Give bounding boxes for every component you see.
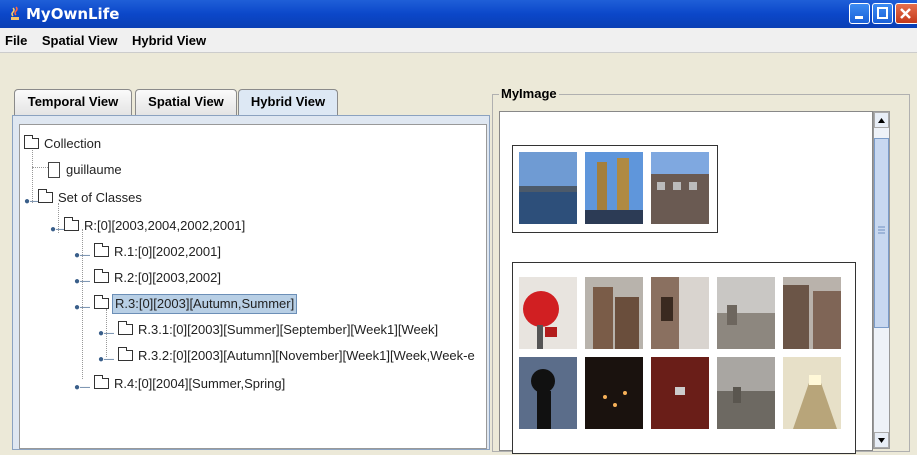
photo-thumbnail[interactable] bbox=[585, 277, 643, 349]
close-button[interactable] bbox=[895, 3, 917, 24]
expand-handle-icon[interactable]: ●― bbox=[98, 351, 114, 365]
photo-thumbnail[interactable] bbox=[783, 357, 841, 429]
expand-handle-icon[interactable]: ●― bbox=[74, 379, 90, 397]
photo-thumbnail[interactable] bbox=[519, 152, 577, 224]
expand-handle-icon[interactable]: ●― bbox=[74, 273, 90, 291]
tree-node-r1[interactable]: ●― R.1:[0][2002,2001] bbox=[74, 243, 374, 261]
tab-temporal-view[interactable]: Temporal View bbox=[14, 89, 132, 115]
tree-node-r32[interactable]: ●― R.3.2:[0][2003][Autumn][November][Wee… bbox=[98, 347, 486, 365]
tree-node-r4[interactable]: ●― R.4:[0][2004][Summer,Spring] bbox=[74, 375, 374, 393]
collapse-handle-icon[interactable]: ●― bbox=[74, 299, 90, 317]
vertical-scrollbar[interactable] bbox=[873, 111, 890, 449]
photo-thumbnail[interactable] bbox=[651, 357, 709, 429]
java-cup-icon bbox=[11, 6, 19, 20]
folder-icon bbox=[94, 295, 109, 309]
minimize-button[interactable] bbox=[849, 3, 870, 24]
folder-icon bbox=[38, 189, 53, 203]
tree-node-r[interactable]: ●― R:[0][2003,2004,2002,2001] bbox=[50, 217, 350, 235]
menu-hybrid-view[interactable]: Hybrid View bbox=[127, 28, 211, 48]
folder-icon bbox=[118, 347, 133, 361]
scroll-down-button[interactable] bbox=[874, 432, 889, 448]
photo-thumbnail[interactable] bbox=[585, 357, 643, 429]
image-panel: MyImage bbox=[492, 86, 910, 454]
folder-icon bbox=[94, 243, 109, 257]
photo-thumbnail[interactable] bbox=[717, 357, 775, 429]
scroll-up-button[interactable] bbox=[874, 112, 889, 128]
image-group bbox=[512, 262, 856, 454]
tree-node-label: R.4:[0][2004][Summer,Spring] bbox=[114, 376, 286, 391]
tree-node-label: guillaume bbox=[66, 162, 122, 177]
minimize-icon bbox=[855, 16, 863, 19]
image-scroll-area[interactable] bbox=[499, 111, 873, 454]
tree-node-label: Collection bbox=[44, 136, 102, 151]
title-bar: MyOwnLife bbox=[0, 0, 917, 28]
tree-node-label: R.3.2:[0][2003][Autumn][November][Week1]… bbox=[138, 348, 475, 363]
tree-node-label: R:[0][2003,2004,2002,2001] bbox=[84, 218, 246, 233]
tree-node-guillaume[interactable]: guillaume bbox=[48, 161, 248, 179]
tab-spatial-view[interactable]: Spatial View bbox=[135, 89, 237, 115]
tree-node-label: Set of Classes bbox=[58, 190, 142, 205]
photo-thumbnail[interactable] bbox=[717, 277, 775, 349]
tree-node-label-selected: R.3:[0][2003][Autumn,Summer] bbox=[112, 294, 298, 314]
photo-thumbnail[interactable] bbox=[519, 357, 577, 429]
tree-node-set-of-classes[interactable]: ●― Set of Classes bbox=[24, 189, 224, 207]
file-icon bbox=[48, 162, 60, 178]
folder-icon bbox=[94, 269, 109, 283]
photo-thumbnail[interactable] bbox=[585, 152, 643, 224]
tree-node-r31[interactable]: ●― R.3.1:[0][2003][Summer][September][We… bbox=[98, 321, 486, 339]
folder-icon bbox=[24, 135, 39, 149]
photo-thumbnail[interactable] bbox=[519, 277, 577, 349]
folder-icon bbox=[94, 375, 109, 389]
menu-spatial-view[interactable]: Spatial View bbox=[37, 28, 123, 48]
folder-icon bbox=[118, 321, 133, 335]
tree-node-label: R.3.1:[0][2003][Summer][September][Week1… bbox=[138, 322, 439, 337]
image-panel-title: MyImage bbox=[499, 86, 559, 101]
window-title: MyOwnLife bbox=[26, 5, 120, 23]
arrow-up-icon bbox=[878, 118, 885, 123]
tree-panel: Collection guillaume ●― Set of Classes ●… bbox=[12, 115, 490, 450]
tree-node-r2[interactable]: ●― R.2:[0][2003,2002] bbox=[74, 269, 374, 287]
scroll-thumb[interactable] bbox=[874, 138, 889, 328]
tree-node-label: R.2:[0][2003,2002] bbox=[114, 270, 221, 285]
tree-node-collection[interactable]: Collection bbox=[24, 135, 224, 153]
maximize-button[interactable] bbox=[872, 3, 893, 24]
menu-bar: File Spatial View Hybrid View bbox=[0, 28, 917, 53]
maximize-icon bbox=[877, 7, 888, 19]
tab-hybrid-view[interactable]: Hybrid View bbox=[238, 89, 338, 115]
class-tree: Collection guillaume ●― Set of Classes ●… bbox=[19, 124, 487, 449]
expand-handle-icon[interactable]: ●― bbox=[74, 247, 90, 265]
menu-file[interactable]: File bbox=[0, 28, 32, 48]
image-group bbox=[512, 145, 718, 233]
tree-node-label: R.1:[0][2002,2001] bbox=[114, 244, 221, 259]
close-icon bbox=[900, 8, 911, 19]
photo-thumbnail[interactable] bbox=[651, 152, 709, 224]
arrow-down-icon bbox=[878, 438, 885, 443]
photo-thumbnail[interactable] bbox=[783, 277, 841, 349]
folder-icon bbox=[64, 217, 79, 231]
expand-handle-icon[interactable]: ●― bbox=[98, 325, 114, 343]
photo-thumbnail[interactable] bbox=[651, 277, 709, 349]
grip-icon bbox=[878, 226, 885, 234]
tree-node-r3[interactable]: ●― R.3:[0][2003][Autumn,Summer] bbox=[74, 294, 374, 314]
